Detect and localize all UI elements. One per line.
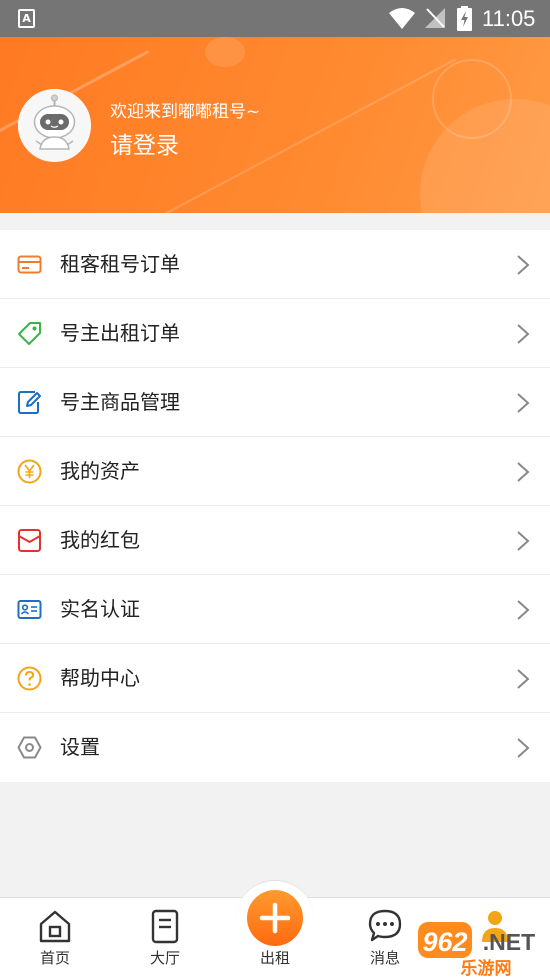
status-time: 11:05	[482, 6, 536, 31]
id-card-icon	[17, 600, 42, 619]
robot-avatar-icon	[18, 89, 91, 162]
nav-home[interactable]: 首页	[0, 898, 110, 979]
chevron-right-icon	[517, 738, 530, 758]
menu-item-red-envelope[interactable]: 我的红包	[0, 506, 550, 575]
menu-item-label: 帮助中心	[60, 666, 140, 690]
no-signal-icon	[425, 8, 445, 28]
chevron-right-icon	[517, 462, 530, 482]
menu-item-my-assets[interactable]: 我的资产	[0, 437, 550, 506]
card-icon	[17, 255, 42, 274]
red-envelope-icon	[18, 529, 41, 552]
chevron-right-icon	[517, 324, 530, 344]
nav-hall-label: 大厅	[149, 949, 180, 967]
watermark-logo: 962 .NET 乐游网	[418, 922, 535, 979]
notification-icon: A	[18, 9, 35, 28]
login-link[interactable]: 请登录	[110, 131, 179, 161]
avatar[interactable]	[18, 89, 91, 162]
edit-note-icon	[18, 391, 41, 414]
plus-icon	[259, 902, 291, 934]
menu-item-product-management[interactable]: 号主商品管理	[0, 368, 550, 437]
menu-item-real-name-verification[interactable]: 实名认证	[0, 575, 550, 644]
chevron-right-icon	[517, 393, 530, 413]
welcome-text: 欢迎来到嘟嘟租号~	[110, 102, 261, 122]
tag-icon	[18, 322, 41, 345]
chevron-right-icon	[517, 600, 530, 620]
menu-item-label: 我的资产	[60, 459, 140, 483]
battery-charging-icon	[457, 6, 472, 31]
hexagon-gear-icon	[17, 736, 42, 759]
chevron-right-icon	[517, 669, 530, 689]
menu-item-tenant-orders[interactable]: 租客租号订单	[0, 230, 550, 299]
chat-bubble-icon	[368, 909, 402, 942]
nav-rent[interactable]: 出租	[220, 890, 330, 979]
watermark-suffix: .NET	[483, 929, 535, 955]
watermark-site: 乐游网	[461, 958, 512, 979]
nav-rent-label: 出租	[259, 949, 290, 967]
nav-home-label: 首页	[39, 949, 70, 967]
menu-item-label: 号主出租订单	[60, 321, 180, 345]
yen-coin-icon	[17, 459, 42, 484]
nav-hall[interactable]: 大厅	[110, 898, 220, 979]
menu-item-owner-orders[interactable]: 号主出租订单	[0, 299, 550, 368]
add-fab-button[interactable]	[247, 890, 303, 946]
menu-item-label: 实名认证	[60, 597, 140, 621]
profile-header: 欢迎来到嘟嘟租号~ 请登录	[0, 37, 550, 213]
watermark-number: 962	[422, 927, 467, 957]
menu-item-label: 我的红包	[60, 528, 140, 552]
document-icon	[151, 909, 179, 944]
menu-item-label: 号主商品管理	[60, 390, 180, 414]
menu-item-label: 设置	[60, 735, 100, 759]
wifi-icon	[389, 8, 415, 29]
menu-list: 租客租号订单 号主出租订单 号主商品管理 我的资产 我的红包 实名认证 帮助中心…	[0, 230, 550, 782]
header-decoration	[205, 37, 245, 67]
menu-item-help-center[interactable]: 帮助中心	[0, 644, 550, 713]
chevron-right-icon	[517, 255, 530, 275]
chevron-right-icon	[517, 531, 530, 551]
home-icon	[39, 910, 71, 943]
menu-item-label: 租客租号订单	[60, 252, 180, 276]
menu-item-settings[interactable]: 设置	[0, 713, 550, 782]
question-icon	[17, 666, 42, 691]
status-bar: A 11:05	[0, 0, 550, 37]
